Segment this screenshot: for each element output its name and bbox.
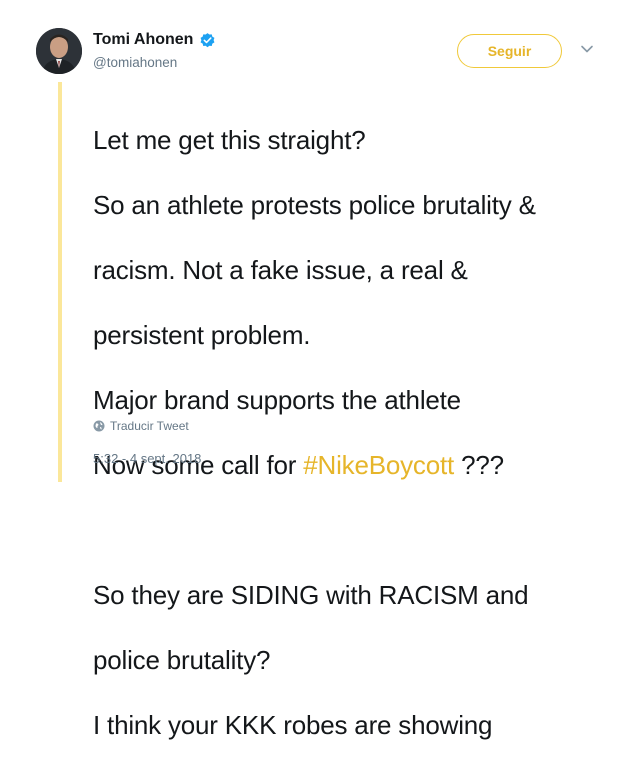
tweet-line: police brutality? [93, 644, 271, 675]
follow-button[interactable]: Seguir [457, 34, 562, 68]
author-handle[interactable]: @tomiahonen [93, 55, 177, 70]
author-name-text[interactable]: Tomi Ahonen [93, 31, 193, 49]
verified-badge-icon [200, 32, 215, 47]
avatar-image [36, 28, 82, 74]
tweet-line: racism. Not a fake issue, a real & [93, 254, 468, 285]
translate-tweet-link[interactable]: Traducir Tweet [93, 419, 189, 433]
chevron-down-icon[interactable] [580, 44, 594, 54]
globe-icon [93, 420, 105, 432]
tweet-timestamp[interactable]: 5:32 - 4 sept. 2018 [93, 451, 201, 466]
thread-connector-line [58, 82, 62, 482]
avatar[interactable] [36, 28, 82, 74]
hashtag-link[interactable]: #NikeBoycott [303, 450, 454, 480]
author-name[interactable]: Tomi Ahonen [93, 31, 216, 49]
tweet-line: Let me get this straight? [93, 124, 366, 155]
tweet-line: So they are SIDING with RACISM and [93, 579, 529, 610]
tweet-line: persistent problem. [93, 319, 311, 350]
tweet-line: So an athlete protests police brutality … [93, 189, 536, 220]
tweet-line-text: ??? [461, 449, 504, 480]
translate-label[interactable]: Traducir Tweet [110, 419, 189, 433]
tweet-line: Major brand supports the athlete [93, 384, 461, 415]
tweet-line: I think your KKK robes are showing [93, 709, 493, 740]
